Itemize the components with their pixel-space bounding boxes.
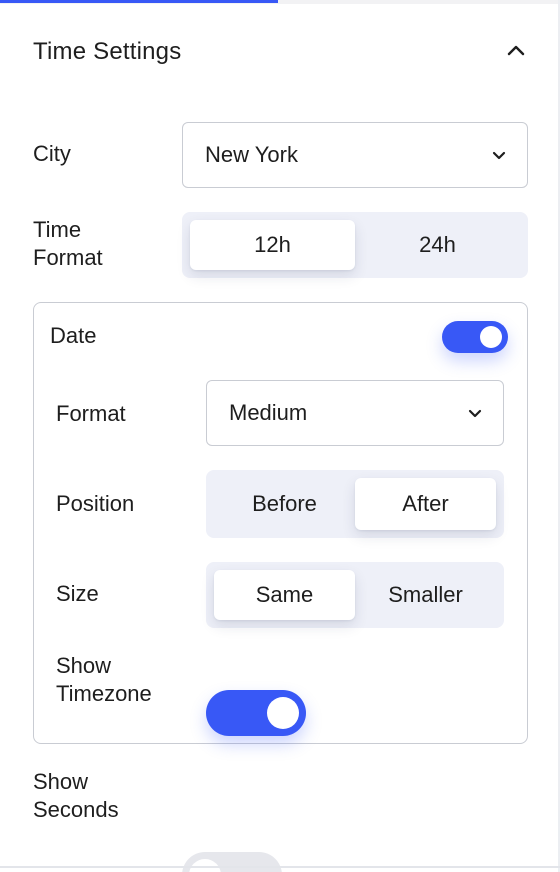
chevron-down-icon: [492, 151, 506, 160]
date-toggle[interactable]: [442, 321, 508, 353]
collapse-button[interactable]: [505, 40, 527, 62]
time-format-label: Time Format: [33, 216, 103, 272]
city-select[interactable]: New York: [182, 122, 528, 188]
show-seconds-label-line1: Show: [33, 769, 89, 794]
city-select-value: New York: [205, 142, 298, 167]
position-option-after[interactable]: After: [355, 478, 496, 530]
show-timezone-label: Show Timezone: [56, 652, 152, 708]
active-tab-indicator: [0, 0, 278, 3]
chevron-down-icon: [468, 409, 482, 418]
show-seconds-label: Show Seconds: [33, 768, 119, 824]
time-format-label-line2: Format: [33, 245, 103, 270]
show-timezone-label-line1: Show: [56, 653, 112, 678]
show-timezone-label-line2: Timezone: [56, 681, 152, 706]
position-label: Position: [56, 491, 135, 516]
show-seconds-label-line2: Seconds: [33, 797, 119, 822]
size-segmented: Same Smaller: [206, 562, 504, 628]
size-label: Size: [56, 581, 99, 606]
date-format-select[interactable]: Medium: [206, 380, 504, 446]
chevron-up-icon: [507, 45, 525, 56]
size-option-smaller[interactable]: Smaller: [355, 570, 496, 620]
time-format-segmented: 12h 24h: [182, 212, 528, 278]
show-seconds-toggle[interactable]: [182, 852, 282, 872]
section-title: Time Settings: [33, 38, 182, 65]
date-label: Date: [50, 323, 97, 348]
date-format-label: Format: [56, 401, 126, 426]
date-format-select-value: Medium: [229, 400, 308, 425]
show-timezone-toggle[interactable]: [206, 690, 306, 736]
toggle-knob: [480, 326, 502, 348]
city-label: City: [33, 141, 71, 166]
time-format-option-12h[interactable]: 12h: [190, 220, 355, 270]
bottom-divider: [0, 866, 560, 868]
time-format-option-24h[interactable]: 24h: [355, 220, 520, 270]
time-format-label-line1: Time: [33, 217, 82, 242]
position-segmented: Before After: [206, 470, 504, 538]
toggle-knob: [267, 697, 299, 729]
tab-strip: [0, 0, 560, 4]
position-option-before[interactable]: Before: [214, 478, 355, 530]
size-option-same[interactable]: Same: [214, 570, 355, 620]
